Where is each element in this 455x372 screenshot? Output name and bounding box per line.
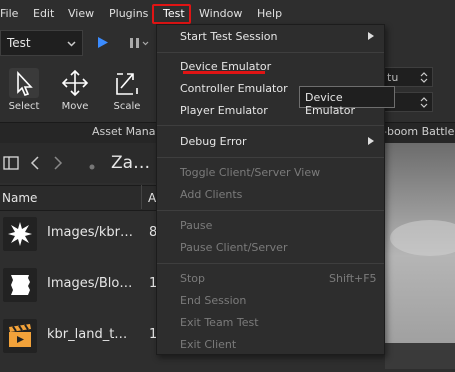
asset-name: Images/kbr… bbox=[47, 225, 133, 240]
battle-section-label: -boom Battle bbox=[383, 125, 455, 138]
spiky-burst-image-icon bbox=[8, 222, 32, 246]
mode-select-value: Test bbox=[7, 36, 31, 50]
tooltip-text: Device Emulator bbox=[305, 91, 355, 117]
sidebar-toggle-icon[interactable] bbox=[3, 156, 19, 170]
move-tool-label: Move bbox=[61, 101, 89, 112]
select-tool-label: Select bbox=[8, 101, 40, 112]
column-name-header[interactable]: Name bbox=[2, 191, 37, 205]
menu-item-controller-emulator[interactable]: Controller Emulator bbox=[180, 82, 288, 95]
menu-file[interactable]: File bbox=[0, 0, 18, 28]
viewport-3d[interactable] bbox=[385, 143, 455, 369]
scale-icon bbox=[116, 73, 138, 95]
menu-item-toggle-client-server-view[interactable]: Toggle Client/Server View bbox=[180, 166, 320, 179]
menu-separator bbox=[157, 210, 384, 211]
menu-separator bbox=[157, 125, 384, 126]
spinner-arrows-icon[interactable] bbox=[420, 71, 428, 84]
clapper-board-icon bbox=[9, 324, 31, 347]
menu-item-debug-error[interactable]: Debug Error bbox=[180, 135, 246, 148]
menu-item-player-emulator[interactable]: Player Emulator bbox=[180, 104, 268, 117]
submenu-arrow-icon bbox=[368, 137, 374, 145]
list-item[interactable]: Images/Blo… 1 bbox=[0, 260, 160, 308]
move-tool-button[interactable]: Move bbox=[55, 68, 95, 112]
pause-icon[interactable] bbox=[129, 37, 149, 49]
spinner-arrows-icon[interactable] bbox=[420, 96, 428, 109]
play-icon[interactable] bbox=[97, 36, 109, 49]
list-item[interactable]: Images/kbr… 8 bbox=[0, 209, 160, 257]
submenu-arrow-icon bbox=[368, 32, 374, 40]
viewport-scene bbox=[385, 143, 455, 369]
ribbon-spinner-1[interactable]: tu bbox=[383, 67, 433, 87]
menu-separator bbox=[157, 157, 384, 158]
select-cursor-icon bbox=[9, 68, 39, 98]
menu-item-pause[interactable]: Pause bbox=[180, 219, 212, 232]
white-block-image-icon bbox=[11, 275, 30, 295]
forward-arrow-icon[interactable] bbox=[53, 156, 63, 170]
column-a-header[interactable]: A bbox=[148, 191, 156, 205]
explorer-path-label: Za… bbox=[111, 153, 151, 173]
test-menu-highlight-box bbox=[152, 4, 191, 24]
asset-name: kbr_land_t… bbox=[47, 327, 128, 342]
menu-edit[interactable]: Edit bbox=[33, 0, 54, 28]
menu-item-end-session[interactable]: End Session bbox=[180, 294, 246, 307]
asset-thumbnail bbox=[3, 319, 37, 353]
menu-separator bbox=[157, 52, 384, 53]
menu-item-exit-client[interactable]: Exit Client bbox=[180, 338, 236, 351]
move-arrows-icon bbox=[61, 69, 89, 97]
mode-select[interactable]: Test bbox=[0, 30, 83, 56]
device-emulator-red-underline bbox=[183, 71, 265, 74]
stop-shortcut: Shift+F5 bbox=[329, 272, 377, 285]
menu-plugins[interactable]: Plugins bbox=[109, 0, 148, 28]
menu-item-pause-client-server[interactable]: Pause Client/Server bbox=[180, 241, 287, 254]
asset-thumbnail bbox=[3, 217, 37, 251]
folder-dot-icon bbox=[89, 164, 95, 170]
back-arrow-icon[interactable] bbox=[30, 156, 40, 170]
spinner-1-value: tu bbox=[387, 71, 399, 84]
menu-separator bbox=[157, 263, 384, 264]
menu-view[interactable]: View bbox=[68, 0, 94, 28]
tooltip: Device Emulator bbox=[299, 86, 395, 117]
chevron-down-icon bbox=[67, 41, 76, 47]
asset-name: Images/Blo… bbox=[47, 276, 133, 291]
menu-item-stop[interactable]: Stop bbox=[180, 272, 205, 285]
scale-tool-button[interactable]: Scale bbox=[107, 68, 147, 112]
scale-tool-label: Scale bbox=[113, 101, 141, 112]
menu-item-exit-team-test[interactable]: Exit Team Test bbox=[180, 316, 259, 329]
list-item[interactable]: kbr_land_t… 1 bbox=[0, 311, 160, 359]
column-divider[interactable] bbox=[141, 185, 142, 209]
select-tool-button[interactable]: Select bbox=[4, 68, 44, 112]
menu-item-add-clients[interactable]: Add Clients bbox=[180, 188, 242, 201]
asset-thumbnail bbox=[3, 268, 37, 302]
menu-item-start-test-session[interactable]: Start Test Session bbox=[180, 30, 278, 43]
